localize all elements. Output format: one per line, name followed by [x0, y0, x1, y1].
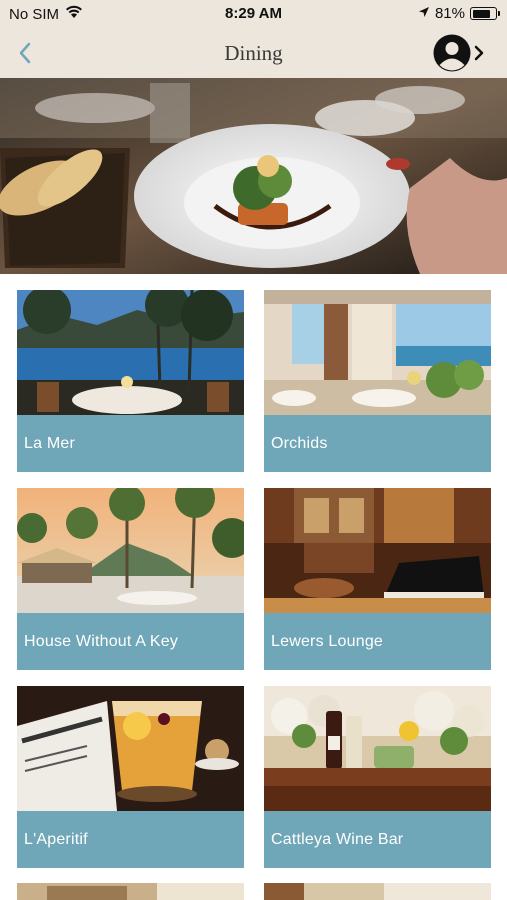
restaurant-card-partial-right[interactable] [264, 883, 491, 900]
restaurant-card-house-without-a-key[interactable]: House Without A Key [17, 488, 244, 670]
restaurant-card-cattleya-wine-bar[interactable]: Cattleya Wine Bar [264, 686, 491, 868]
restaurant-name: House Without A Key [24, 633, 179, 650]
hero-image [0, 78, 507, 274]
restaurant-name: L'Aperitif [24, 831, 88, 848]
location-arrow-icon [418, 5, 430, 22]
restaurant-card-orchids[interactable]: Orchids [264, 290, 491, 472]
restaurant-name: La Mer [24, 435, 75, 452]
chevron-right-icon [474, 45, 484, 61]
restaurant-card-partial-left[interactable] [17, 883, 244, 900]
battery-icon [470, 7, 500, 20]
battery-percent: 81% [434, 5, 465, 22]
profile-button[interactable] [433, 34, 485, 72]
restaurant-photo [17, 488, 244, 613]
restaurant-photo [17, 686, 244, 811]
restaurant-photo [264, 290, 491, 415]
restaurant-card-lewers-lounge[interactable]: Lewers Lounge [264, 488, 491, 670]
restaurant-photo [264, 686, 491, 811]
nav-bar: Dining [0, 28, 507, 78]
restaurant-photo [264, 488, 491, 613]
restaurant-name: Lewers Lounge [271, 633, 384, 650]
restaurant-photo [17, 290, 244, 415]
restaurant-card-laperitif[interactable]: L'Aperitif [17, 686, 244, 868]
restaurant-card-la-mer[interactable]: La Mer [17, 290, 244, 472]
restaurant-name: Cattleya Wine Bar [271, 831, 404, 848]
page-title: Dining [224, 41, 283, 65]
status-right: 81% [418, 5, 500, 22]
restaurant-name: Orchids [271, 435, 328, 452]
restaurant-grid: La Mer Orchids House Without A Key Lewer… [17, 290, 491, 868]
status-bar: No SIM 8:29 AM 81% [0, 0, 507, 28]
user-avatar-icon [433, 34, 471, 72]
